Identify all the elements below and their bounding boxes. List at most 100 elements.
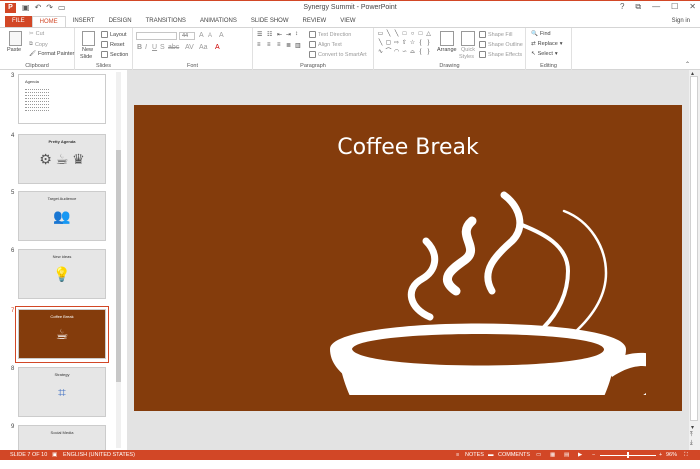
clear-formatting-icon[interactable]: A — [219, 32, 224, 39]
arrow-shape-icon[interactable]: ⇧ — [401, 40, 408, 48]
reading-view-icon[interactable]: ▤ — [564, 452, 569, 458]
zoom-slider-thumb[interactable] — [627, 452, 629, 458]
slide-thumbnail[interactable]: Pretty Agenda ⚙ ☕ ♛ — [18, 134, 106, 184]
rounded-rectangle-shape-icon[interactable]: ▢ — [385, 40, 392, 48]
slide-thumbnail-row[interactable]: 8 Strategy ⌗ — [0, 365, 124, 421]
arc-shape-icon[interactable]: ◠ — [393, 49, 400, 57]
slide-thumbnail-row[interactable]: 3 Agenda — [0, 72, 124, 128]
arrange-icon[interactable] — [440, 31, 454, 46]
coffee-cup-icon[interactable] — [306, 185, 646, 395]
cut-button[interactable]: ✂ Cut — [29, 31, 44, 37]
select-button[interactable]: ↖ Select ▾ — [531, 51, 558, 57]
normal-view-icon[interactable]: ▭ — [536, 452, 541, 458]
line-shape-icon[interactable]: ╲ — [385, 31, 392, 39]
arrange-button[interactable]: Arrange — [437, 47, 457, 53]
underline-icon[interactable]: U — [152, 44, 157, 51]
maximize-button[interactable]: ☐ — [671, 2, 678, 12]
bullets-icon[interactable]: ☰ — [257, 31, 262, 38]
star-shape-icon[interactable]: ☆ — [409, 40, 416, 48]
zoom-level[interactable]: 96% — [666, 452, 677, 458]
scroll-down-icon[interactable]: ▾ — [691, 424, 694, 431]
new-slide-label-1[interactable]: New — [82, 47, 93, 53]
slide-thumbnail[interactable]: Strategy ⌗ — [18, 367, 106, 417]
slide-thumbnail-row[interactable]: 4 Pretty Agenda ⚙ ☕ ♛ — [0, 132, 124, 188]
shrink-font-icon[interactable]: A — [208, 33, 212, 39]
quick-styles-label-1[interactable]: Quick — [461, 47, 475, 53]
columns-icon[interactable]: ▥ — [295, 42, 301, 49]
align-text-button[interactable]: Align Text — [309, 41, 342, 48]
line-shape-icon[interactable]: ╲ — [393, 31, 400, 39]
justify-icon[interactable]: ≣ — [286, 42, 291, 49]
slide-thumbnail-row[interactable]: 6 New ideas 💡 — [0, 247, 124, 303]
slide-thumbnail-row[interactable]: 5 Target Audience 👥 — [0, 189, 124, 245]
find-button[interactable]: 🔍 Find — [531, 31, 551, 37]
slide-thumbnail[interactable]: Coffee Break ☕ — [18, 309, 106, 359]
sign-in-link[interactable]: Sign in — [672, 18, 690, 24]
comment-icon[interactable]: ▬ — [488, 452, 494, 458]
comments-button[interactable]: COMMENTS — [498, 452, 530, 458]
italic-icon[interactable]: I — [145, 44, 147, 51]
next-slide-icon[interactable]: ⤓ — [690, 440, 693, 447]
previous-slide-icon[interactable]: ⤒ — [690, 432, 693, 439]
shape-outline-button[interactable]: Shape Outline — [479, 41, 523, 48]
numbering-icon[interactable]: ☷ — [267, 31, 272, 38]
reset-button[interactable]: Reset — [101, 41, 124, 48]
shape-fill-button[interactable]: Shape Fill — [479, 31, 512, 38]
brace-shape-icon[interactable]: } — [425, 49, 432, 57]
bold-icon[interactable]: B — [137, 44, 142, 51]
grow-font-icon[interactable]: A — [199, 32, 204, 39]
slide-thumbnail[interactable]: Agenda — [18, 74, 106, 124]
paste-icon[interactable] — [9, 31, 22, 46]
curve-shape-icon[interactable]: ⌓ — [409, 49, 416, 57]
minimize-button[interactable]: — — [652, 2, 660, 12]
rectangle-shape-icon[interactable]: □ — [401, 31, 408, 39]
brace-shape-icon[interactable]: { — [417, 40, 424, 48]
help-icon[interactable]: ? — [620, 2, 624, 12]
close-button[interactable]: ✕ — [689, 2, 696, 12]
convert-smartart-button[interactable]: Convert to SmartArt — [309, 51, 367, 58]
paste-button[interactable]: Paste — [7, 47, 21, 53]
textbox-shape-icon[interactable]: ▭ — [377, 31, 384, 39]
decrease-indent-icon[interactable]: ⇤ — [277, 31, 282, 38]
thumbnail-scrollbar-thumb[interactable] — [116, 150, 121, 382]
scroll-up-icon[interactable]: ▴ — [691, 70, 694, 77]
line-spacing-icon[interactable]: ↕ — [295, 31, 298, 37]
notes-icon[interactable]: ≡ — [456, 452, 459, 458]
brace-shape-icon[interactable]: } — [425, 40, 432, 48]
slide-title[interactable]: Coffee Break — [134, 135, 682, 160]
freeform-shape-icon[interactable]: ∽ — [401, 49, 408, 57]
align-center-icon[interactable]: ≡ — [267, 42, 271, 48]
brace-shape-icon[interactable]: { — [417, 49, 424, 57]
strikethrough-icon[interactable]: abc — [168, 44, 179, 51]
change-case-icon[interactable]: Aa — [199, 44, 208, 51]
proofing-icon[interactable]: ▣ — [52, 452, 57, 458]
slide-thumbnail[interactable]: Target Audience 👥 — [18, 191, 106, 241]
text-direction-button[interactable]: Text Direction — [309, 31, 351, 38]
curve-shape-icon[interactable]: ∿ — [377, 49, 384, 57]
increase-indent-icon[interactable]: ⇥ — [286, 31, 291, 38]
replace-button[interactable]: ⇄ Replace ▾ — [531, 41, 563, 47]
ribbon-display-icon[interactable]: ⧉ — [635, 2, 641, 12]
curve-shape-icon[interactable]: ⌒ — [385, 49, 392, 57]
font-size-field[interactable]: 44 — [179, 32, 195, 40]
triangle-shape-icon[interactable]: △ — [425, 31, 432, 39]
align-right-icon[interactable]: ≡ — [277, 42, 281, 48]
rectangle-shape-icon[interactable]: □ — [417, 31, 424, 39]
new-slide-icon[interactable] — [82, 31, 95, 46]
copy-button[interactable]: ⧉ Copy — [29, 41, 48, 48]
slide-thumbnail[interactable]: New ideas 💡 — [18, 249, 106, 299]
new-slide-label-2[interactable]: Slide — [80, 54, 92, 60]
notes-button[interactable]: NOTES — [465, 452, 484, 458]
editor-scrollbar-thumb[interactable] — [690, 76, 698, 421]
current-slide[interactable]: Coffee Break — [134, 105, 682, 411]
quick-styles-icon[interactable] — [461, 31, 475, 46]
zoom-out-button[interactable]: − — [592, 452, 595, 458]
shapes-gallery[interactable]: ▭ ╲ ╲ □ ○ □ △ ╲ ▢ ⇨ ⇧ ☆ { } ∿ ⌒ ◠ ∽ ⌓ { … — [377, 31, 433, 57]
collapse-ribbon-icon[interactable]: ⌃ — [685, 61, 690, 68]
slide-sorter-icon[interactable]: ▦ — [550, 452, 555, 458]
oval-shape-icon[interactable]: ○ — [409, 31, 416, 39]
character-spacing-icon[interactable]: AV — [185, 44, 194, 51]
format-painter-button[interactable]: 🖌 Format Painter — [29, 51, 74, 57]
slide-thumbnail-row[interactable]: 7 Coffee Break ☕ — [0, 306, 124, 363]
font-name-field[interactable] — [136, 32, 177, 40]
